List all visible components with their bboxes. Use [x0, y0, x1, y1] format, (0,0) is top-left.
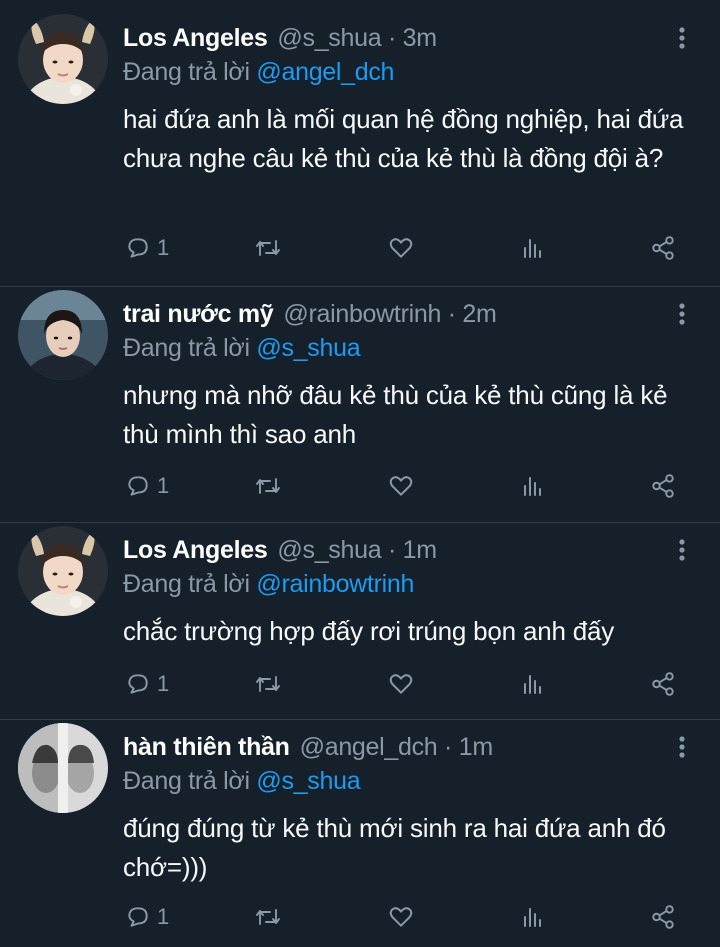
reply-context: Đang trả lời @s_shua [123, 767, 361, 796]
reply-context: Đang trả lời @angel_dch [123, 58, 394, 87]
reply-context: Đang trả lời @rainbowtrinh [123, 570, 414, 599]
like-icon [389, 674, 413, 694]
retweet-icon [256, 240, 280, 256]
handle-and-time: @angel_dch · 1m [299, 733, 494, 761]
like-button[interactable] [388, 466, 414, 506]
reply-button[interactable]: 1 [125, 466, 169, 506]
reply-prefix: Đang trả lời [123, 58, 250, 86]
share-icon [652, 236, 674, 260]
action-bar: 1 [0, 466, 720, 506]
display-name[interactable]: Los Angeles [123, 24, 268, 53]
share-icon [652, 672, 674, 696]
divider [0, 719, 720, 720]
reply-mention[interactable]: @rainbowtrinh [256, 570, 414, 598]
reply-count: 1 [157, 473, 170, 498]
display-name[interactable]: Los Angeles [123, 536, 268, 565]
reply-count: 1 [157, 235, 170, 260]
like-button[interactable] [388, 664, 414, 704]
reply-mention[interactable]: @s_shua [256, 767, 360, 795]
tweet-text: đúng đúng từ kẻ thù mới sinh ra hai đứa … [123, 813, 666, 882]
like-button[interactable] [388, 228, 414, 268]
share-icon [652, 905, 674, 929]
divider [0, 522, 720, 523]
views-icon [524, 477, 541, 496]
avatar[interactable] [18, 14, 108, 104]
reply-mention[interactable]: @s_shua [256, 334, 360, 362]
reply-prefix: Đang trả lời [123, 767, 250, 795]
retweet-icon [256, 676, 280, 692]
retweet-button[interactable] [254, 664, 282, 704]
like-icon [389, 907, 413, 927]
retweet-button[interactable] [254, 466, 282, 506]
share-button[interactable] [650, 664, 676, 704]
action-bar: 1 [0, 664, 720, 704]
reply-button[interactable]: 1 [125, 897, 169, 937]
reply-count: 1 [157, 904, 170, 929]
more-icon[interactable] [672, 536, 692, 566]
like-icon [389, 476, 413, 496]
share-button[interactable] [650, 228, 676, 268]
tweet-text: chắc trường hợp đấy rơi trúng bọn anh đấ… [123, 616, 615, 646]
tweet-text: nhưng mà nhỡ đâu kẻ thù của kẻ thù cũng … [123, 380, 668, 449]
reply-icon [128, 674, 148, 694]
reply-icon [128, 907, 148, 927]
tweet-text: hai đứa anh là mối quan hệ đồng nghiệp, … [123, 104, 684, 173]
action-bar: 1 [0, 228, 720, 268]
views-button[interactable] [521, 664, 545, 704]
share-icon [652, 474, 674, 498]
reply-button[interactable]: 1 [125, 228, 169, 268]
reply-icon [128, 238, 148, 258]
handle-and-time: @s_shua · 3m [277, 24, 437, 52]
divider [0, 286, 720, 287]
handle-and-time: @rainbowtrinh · 2m [283, 300, 497, 328]
retweet-button[interactable] [254, 897, 282, 937]
reply-icon [128, 476, 148, 496]
more-icon[interactable] [672, 24, 692, 54]
views-button[interactable] [521, 228, 545, 268]
retweet-icon [256, 478, 280, 494]
reply-count: 1 [157, 671, 170, 696]
avatar[interactable] [18, 290, 108, 380]
like-button[interactable] [388, 897, 414, 937]
avatar[interactable] [18, 723, 108, 813]
avatar[interactable] [18, 526, 108, 616]
display-name[interactable]: hàn thiên thần [123, 733, 290, 762]
share-button[interactable] [650, 466, 676, 506]
views-icon [524, 908, 541, 927]
reply-mention[interactable]: @angel_dch [256, 58, 394, 86]
action-bar: 1 [0, 897, 720, 937]
reply-context: Đang trả lời @s_shua [123, 334, 361, 363]
more-icon[interactable] [672, 300, 692, 330]
share-button[interactable] [650, 897, 676, 937]
retweet-button[interactable] [254, 228, 282, 268]
views-button[interactable] [521, 897, 545, 937]
reply-prefix: Đang trả lời [123, 570, 250, 598]
display-name[interactable]: trai nước mỹ [123, 300, 274, 329]
reply-button[interactable]: 1 [125, 664, 169, 704]
views-icon [524, 675, 541, 694]
handle-and-time: @s_shua · 1m [277, 536, 437, 564]
retweet-icon [256, 909, 280, 925]
views-icon [524, 239, 541, 258]
more-icon[interactable] [672, 733, 692, 763]
views-button[interactable] [521, 466, 545, 506]
reply-prefix: Đang trả lời [123, 334, 250, 362]
like-icon [389, 238, 413, 258]
